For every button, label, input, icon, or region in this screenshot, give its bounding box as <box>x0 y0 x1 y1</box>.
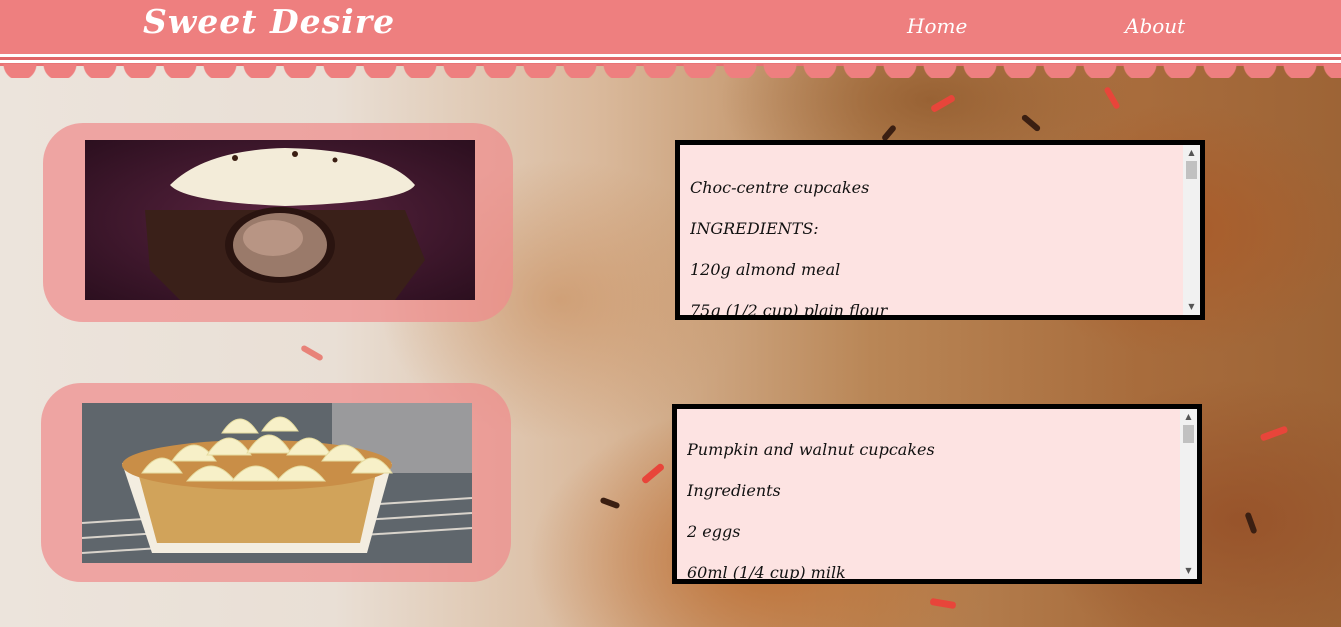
recipe-text-1: Choc-centre cupcakes INGREDIENTS: 120g a… <box>690 145 1176 315</box>
recipe-title: Choc-centre cupcakes <box>690 178 870 197</box>
recipe-scrollbar-2[interactable]: ▲ ▼ <box>1180 409 1197 579</box>
recipe-title: Pumpkin and walnut cupcakes <box>687 440 935 459</box>
scallop-decoration <box>0 64 1341 78</box>
choc-cupcake-image <box>85 140 475 300</box>
recipe-box-2[interactable]: Pumpkin and walnut cupcakes Ingredients … <box>672 404 1202 584</box>
nav-link-home[interactable]: Home <box>907 14 967 38</box>
recipe-image-frame-1 <box>43 123 513 322</box>
recipe-image-frame-2 <box>41 383 511 582</box>
ingredient-line: 2 eggs <box>687 522 741 541</box>
scroll-down-icon[interactable]: ▼ <box>1183 299 1200 315</box>
recipe-scrollbar-1[interactable]: ▲ ▼ <box>1183 145 1200 315</box>
nav-link-about[interactable]: About <box>1125 14 1185 38</box>
ingredient-line: 75g (1/2 cup) plain flour <box>690 301 888 315</box>
recipe-text-2: Pumpkin and walnut cupcakes Ingredients … <box>687 409 1173 579</box>
navbar-scallop-trim <box>0 54 1341 82</box>
scroll-up-icon[interactable]: ▲ <box>1180 409 1197 425</box>
pumpkin-cupcake-image <box>82 403 472 563</box>
recipe-heading: Ingredients <box>687 481 781 500</box>
ingredient-line: 120g almond meal <box>690 260 841 279</box>
scroll-thumb[interactable] <box>1183 425 1194 443</box>
navbar: Sweet Desire Home About <box>0 0 1341 54</box>
scroll-up-icon[interactable]: ▲ <box>1183 145 1200 161</box>
recipe-box-1[interactable]: Choc-centre cupcakes INGREDIENTS: 120g a… <box>675 140 1205 320</box>
site-title[interactable]: Sweet Desire <box>143 2 395 41</box>
scroll-down-icon[interactable]: ▼ <box>1180 563 1197 579</box>
ingredient-line: 60ml (1/4 cup) milk <box>687 563 846 579</box>
scroll-thumb[interactable] <box>1186 161 1197 179</box>
recipe-heading: INGREDIENTS: <box>690 219 819 238</box>
